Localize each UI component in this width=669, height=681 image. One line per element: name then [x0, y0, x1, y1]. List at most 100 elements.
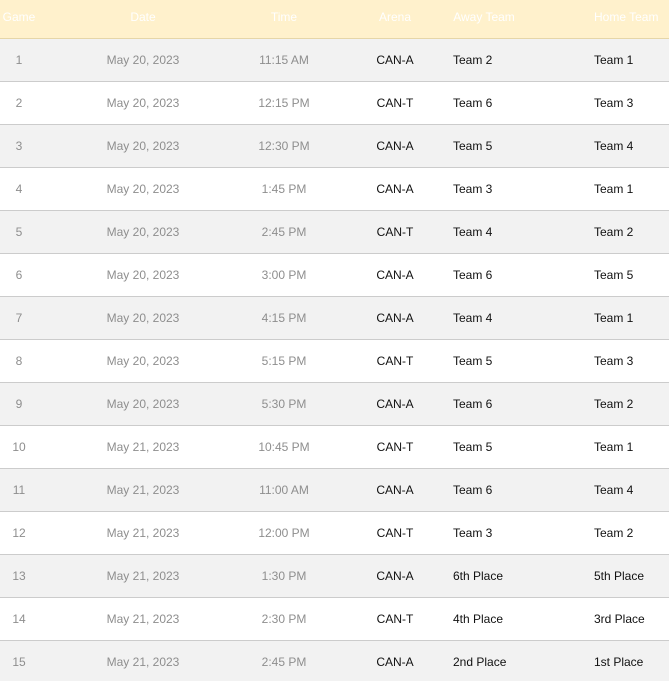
time-cell: 2:45 PM	[261, 655, 307, 669]
table-row[interactable]: 7 May 20, 2023 4:15 PM CAN-A Team 4 Team 1	[0, 297, 669, 340]
game-number-cell: 11	[12, 483, 26, 497]
time-cell: 12:15 PM	[258, 96, 310, 110]
date-cell: May 21, 2023	[106, 655, 180, 669]
game-number-cell: 4	[15, 182, 23, 196]
arena-cell: CAN-A	[376, 311, 414, 325]
time-cell: 10:45 PM	[258, 440, 310, 454]
away-team-cell: 4th Place	[453, 612, 504, 626]
game-number-cell: 13	[12, 569, 26, 583]
header-arena[interactable]: Arena	[370, 0, 420, 38]
game-schedule-table: Game Date Time Arena Away Team Home Team…	[0, 0, 669, 681]
table-row[interactable]: 14 May 21, 2023 2:30 PM CAN-T 4th Place 3rd P…	[0, 598, 669, 641]
time-cell: 12:30 PM	[258, 139, 310, 153]
game-number-cell: 7	[15, 311, 23, 325]
arena-cell: CAN-A	[376, 268, 414, 282]
table-body: 1 May 20, 2023 11:15 AM CAN-A Team 2 Team 1 2 M…	[0, 39, 669, 681]
table-row[interactable]: 1 May 20, 2023 11:15 AM CAN-A Team 2 Team 1	[0, 39, 669, 82]
away-team-cell: Team 3	[453, 526, 493, 540]
arena-cell: CAN-A	[376, 139, 414, 153]
away-team-cell: 2nd Place	[453, 655, 507, 669]
game-number-cell: 9	[15, 397, 23, 411]
home-team-cell: Team 4	[594, 483, 634, 497]
away-team-cell: Team 6	[453, 268, 493, 282]
home-team-cell: Team 4	[594, 139, 634, 153]
date-cell: May 20, 2023	[106, 268, 180, 282]
table-row[interactable]: 8 May 20, 2023 5:15 PM CAN-T Team 5 Team 3	[0, 340, 669, 383]
arena-cell: CAN-T	[376, 612, 414, 626]
time-cell: 1:30 PM	[261, 569, 307, 583]
date-cell: May 21, 2023	[106, 526, 180, 540]
date-cell: May 20, 2023	[106, 182, 180, 196]
game-number-cell: 3	[15, 139, 23, 153]
arena-cell: CAN-T	[376, 96, 414, 110]
home-team-cell: Team 2	[594, 397, 634, 411]
game-number-cell: 6	[15, 268, 23, 282]
date-cell: May 20, 2023	[106, 311, 180, 325]
table-row[interactable]: 2 May 20, 2023 12:15 PM CAN-T Team 6 Team 3	[0, 82, 669, 125]
table-row[interactable]: 10 May 21, 2023 10:45 PM CAN-T Team 5 Team 1	[0, 426, 669, 469]
date-cell: May 20, 2023	[106, 139, 180, 153]
header-away-team[interactable]: Away Team	[453, 0, 515, 38]
time-cell: 5:15 PM	[261, 354, 307, 368]
time-cell: 4:15 PM	[261, 311, 307, 325]
home-team-cell: 1st Place	[594, 655, 644, 669]
game-number-cell: 2	[15, 96, 23, 110]
header-date[interactable]: Date	[92, 0, 194, 38]
table-row[interactable]: 9 May 20, 2023 5:30 PM CAN-A Team 6 Team 2	[0, 383, 669, 426]
arena-cell: CAN-T	[376, 354, 414, 368]
game-number-cell: 15	[12, 655, 26, 669]
arena-cell: CAN-A	[376, 53, 414, 67]
game-number-cell: 1	[15, 53, 23, 67]
header-time[interactable]: Time	[244, 0, 324, 38]
home-team-cell: Team 3	[594, 354, 634, 368]
home-team-cell: Team 3	[594, 96, 634, 110]
date-cell: May 21, 2023	[106, 612, 180, 626]
away-team-cell: Team 3	[453, 182, 493, 196]
arena-cell: CAN-A	[376, 182, 414, 196]
home-team-cell: Team 2	[594, 225, 634, 239]
time-cell: 11:00 AM	[259, 483, 309, 497]
header-game[interactable]: Game	[0, 0, 38, 38]
away-team-cell: Team 4	[453, 225, 493, 239]
table-row[interactable]: 5 May 20, 2023 2:45 PM CAN-T Team 4 Team 2	[0, 211, 669, 254]
arena-cell: CAN-T	[376, 526, 414, 540]
date-cell: May 21, 2023	[106, 483, 180, 497]
time-cell: 2:45 PM	[261, 225, 307, 239]
header-home-team[interactable]: Home Team	[594, 0, 669, 38]
home-team-cell: Team 1	[594, 311, 634, 325]
home-team-cell: Team 1	[594, 53, 634, 67]
date-cell: May 20, 2023	[106, 53, 180, 67]
arena-cell: CAN-A	[376, 569, 414, 583]
table-row[interactable]: 15 May 21, 2023 2:45 PM CAN-A 2nd Place 1st P…	[0, 641, 669, 681]
away-team-cell: Team 5	[453, 440, 493, 454]
table-row[interactable]: 11 May 21, 2023 11:00 AM CAN-A Team 6 Team 4	[0, 469, 669, 512]
game-number-cell: 10	[12, 440, 26, 454]
game-number-cell: 5	[15, 225, 23, 239]
table-row[interactable]: 13 May 21, 2023 1:30 PM CAN-A 6th Place 5th P…	[0, 555, 669, 598]
time-cell: 3:00 PM	[261, 268, 307, 282]
game-number-cell: 14	[12, 612, 26, 626]
table-row[interactable]: 4 May 20, 2023 1:45 PM CAN-A Team 3 Team 1	[0, 168, 669, 211]
time-cell: 5:30 PM	[261, 397, 307, 411]
date-cell: May 20, 2023	[106, 354, 180, 368]
away-team-cell: Team 2	[453, 53, 493, 67]
table-header: Game Date Time Arena Away Team Home Team	[0, 0, 669, 39]
home-team-cell: Team 1	[594, 440, 634, 454]
table-row[interactable]: 12 May 21, 2023 12:00 PM CAN-T Team 3 Team 2	[0, 512, 669, 555]
table-row[interactable]: 3 May 20, 2023 12:30 PM CAN-A Team 5 Team 4	[0, 125, 669, 168]
table-row[interactable]: 6 May 20, 2023 3:00 PM CAN-A Team 6 Team 5	[0, 254, 669, 297]
home-team-cell: Team 2	[594, 526, 634, 540]
away-team-cell: Team 5	[453, 354, 493, 368]
home-team-cell: 5th Place	[594, 569, 645, 583]
date-cell: May 20, 2023	[106, 397, 180, 411]
game-number-cell: 8	[15, 354, 23, 368]
arena-cell: CAN-A	[376, 397, 414, 411]
time-cell: 2:30 PM	[261, 612, 307, 626]
date-cell: May 20, 2023	[106, 96, 180, 110]
arena-cell: CAN-T	[376, 440, 414, 454]
arena-cell: CAN-A	[376, 483, 414, 497]
date-cell: May 21, 2023	[106, 440, 180, 454]
away-team-cell: Team 5	[453, 139, 493, 153]
home-team-cell: 3rd Place	[594, 612, 645, 626]
away-team-cell: Team 6	[453, 96, 493, 110]
